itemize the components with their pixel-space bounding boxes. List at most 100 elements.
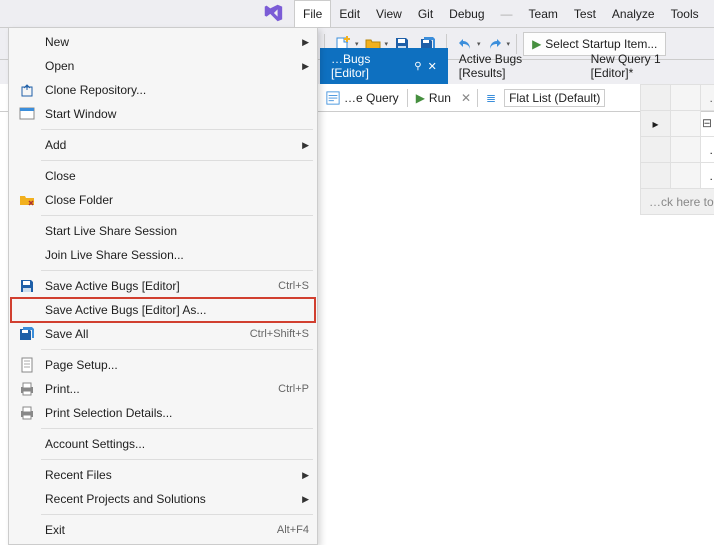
menu-item-label: Join Live Share Session... [45,248,309,262]
blank-icon [17,245,37,265]
menu-item-label: Page Setup... [45,358,309,372]
cell-andor[interactable] [701,111,714,137]
menu-git[interactable]: Git [410,0,441,27]
close-icon[interactable]: ✕ [428,60,437,73]
menu-item-label: Close Folder [45,193,309,207]
menu-item[interactable]: Start Window [11,102,315,126]
menu-item[interactable]: New▶ [11,30,315,54]
menu-item[interactable]: Add▶ [11,133,315,157]
cell-check[interactable] [641,163,671,189]
blank-icon [17,135,37,155]
cell-x[interactable] [671,137,701,163]
separator [41,514,313,515]
blank-icon [17,520,37,540]
query-grid-area: …d/OrFieldOperatorValue ▸Team Project=@P… [320,84,714,502]
table-row[interactable]: …dWork Item TypeInBug [641,137,714,163]
chevron-down-icon[interactable]: ▾ [477,40,481,48]
menu-item-label: Print Selection Details... [45,406,309,420]
submenu-arrow-icon: ▶ [302,61,309,72]
cell-andor[interactable]: …d [701,137,714,163]
separator: — [493,0,521,27]
menu-item[interactable]: Close [11,164,315,188]
menu-team[interactable]: Team [521,0,566,27]
clone-icon [17,80,37,100]
submenu-arrow-icon: ▶ [302,470,309,481]
submenu-arrow-icon: ▶ [302,37,309,48]
separator [41,215,313,216]
menu-item[interactable]: Recent Projects and Solutions▶ [11,487,315,511]
menu-item[interactable]: Open▶ [11,54,315,78]
shortcut: Alt+F4 [277,524,309,536]
tab[interactable]: …Bugs [Editor] ⚲ ✕ [320,48,448,84]
menu-item[interactable]: Close Folder [11,188,315,212]
menu-item-label: Start Live Share Session [45,224,309,238]
menu-item[interactable]: Save Active Bugs [Editor] As... [11,298,315,322]
menu-item-label: Recent Files [45,468,302,482]
separator [41,160,313,161]
cell-check[interactable] [641,137,671,163]
shortcut: Ctrl+P [278,383,309,395]
save-all-icon [17,324,37,344]
menu-item-label: Print... [45,382,268,396]
cell-x[interactable] [671,163,701,189]
window-icon [17,104,37,124]
menu-tools[interactable]: Tools [663,0,707,27]
menu-item-label: Exit [45,523,267,537]
menu-test[interactable]: Test [566,0,604,27]
chevron-down-icon[interactable]: ▾ [507,40,511,48]
cell-andor[interactable]: …d [701,163,714,189]
cell-x[interactable] [671,111,701,137]
tab[interactable]: Active Bugs [Results] [448,48,580,84]
column-header [641,85,671,111]
menu-item-label: Save All [45,327,240,341]
chevron-down-icon[interactable]: ▾ [385,40,389,48]
query-grid: …d/OrFieldOperatorValue ▸Team Project=@P… [640,84,714,215]
menu-item[interactable]: Save Active Bugs [Editor] Ctrl+S [11,274,315,298]
separator [41,349,313,350]
menu-item[interactable]: Page Setup... [11,353,315,377]
menu-view[interactable]: View [368,0,410,27]
page-icon [17,355,37,375]
column-header [671,85,701,111]
blank-icon [17,166,37,186]
print-icon [17,379,37,399]
blank-icon [17,489,37,509]
menu-item[interactable]: Clone Repository... [11,78,315,102]
menu-item-label: Account Settings... [45,437,309,451]
menu-item[interactable]: Exit Alt+F4 [11,518,315,542]
menu-item[interactable]: Save AllCtrl+Shift+S [11,322,315,346]
menu-item[interactable]: Join Live Share Session... [11,243,315,267]
tab-label: New Query 1 [Editor]* [591,52,703,80]
menu-file[interactable]: File [294,0,331,27]
menu-item[interactable]: Account Settings... [11,432,315,456]
table-row[interactable]: …dStateNot InDone, Completed, [641,163,714,189]
menu-analyze[interactable]: Analyze [604,0,663,27]
cell-check[interactable]: ▸ [641,111,671,137]
add-clause-row[interactable]: …ck here to add a clause [641,189,714,215]
submenu-arrow-icon: ▶ [302,140,309,151]
vs-logo-icon [262,2,286,26]
blank-icon [17,56,37,76]
menu-item[interactable]: Recent Files▶ [11,463,315,487]
print-icon [17,403,37,423]
menu-item-label: Open [45,59,302,73]
shortcut: Ctrl+S [278,280,309,292]
save-icon [17,276,37,296]
menu-item[interactable]: Print... Ctrl+P [11,377,315,401]
separator [41,459,313,460]
menu-item-label: Save Active Bugs [Editor] [45,279,268,293]
menu-debug[interactable]: Debug [441,0,492,27]
pin-icon[interactable]: ⚲ [414,61,421,72]
tab[interactable]: New Query 1 [Editor]* [580,48,714,84]
menu-item[interactable]: Print Selection Details... [11,401,315,425]
table-row[interactable]: ▸Team Project=@Project [641,111,714,137]
folder-x-icon [17,190,37,210]
menu-edit[interactable]: Edit [331,0,368,27]
menu-item-label: New [45,35,302,49]
blank-icon [17,434,37,454]
chevron-down-icon[interactable]: ▾ [355,40,359,48]
file-menu-dropdown: New▶Open▶Clone Repository...Start Window… [8,27,318,545]
menu-item[interactable]: Start Live Share Session [11,219,315,243]
menu-item-label: Clone Repository... [45,83,309,97]
separator [41,129,313,130]
